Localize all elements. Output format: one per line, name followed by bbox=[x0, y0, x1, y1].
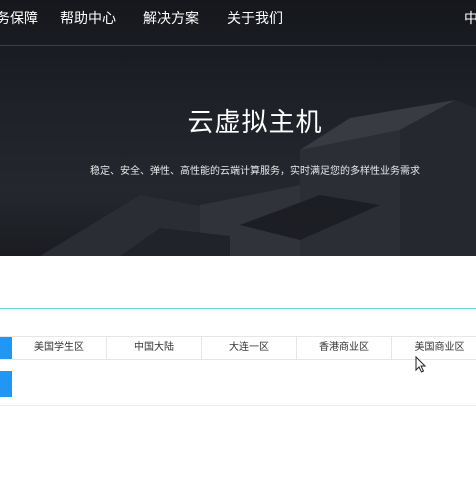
section-divider bbox=[0, 308, 476, 309]
region-tab-mainland-china[interactable]: 中国大陆 bbox=[107, 337, 202, 359]
nav-item-solutions[interactable]: 解决方案 bbox=[143, 9, 199, 29]
option-button[interactable] bbox=[0, 371, 12, 397]
top-nav: 务保障 帮助中心 解决方案 关于我们 中 bbox=[0, 0, 476, 46]
region-tab-us-business[interactable]: 美国商业区 bbox=[392, 337, 476, 359]
region-tab-dalian-1[interactable]: 大连一区 bbox=[202, 337, 297, 359]
content-divider bbox=[0, 405, 476, 406]
nav-item-service[interactable]: 务保障 bbox=[0, 9, 38, 29]
region-tab-hongkong-business[interactable]: 香港商业区 bbox=[297, 337, 392, 359]
nav-item-language[interactable]: 中 bbox=[464, 9, 476, 29]
nav-item-help[interactable]: 帮助中心 bbox=[60, 9, 116, 29]
region-tab-us-student[interactable]: 美国学生区 bbox=[12, 337, 107, 359]
nav-item-about[interactable]: 关于我们 bbox=[227, 9, 283, 29]
mouse-cursor-icon bbox=[415, 356, 427, 373]
page-title: 云虚拟主机 bbox=[187, 108, 323, 138]
region-tab-bar: 美国学生区 中国大陆 大连一区 香港商业区 美国商业区 bbox=[0, 336, 476, 360]
hero-subtitle: 稳定、安全、弹性、高性能的云端计算服务，实时满足您的多样性业务需求 bbox=[90, 166, 420, 177]
hero-banner: 务保障 帮助中心 解决方案 关于我们 中 云虚拟主机 稳定、安全、弹性、高性能的… bbox=[0, 0, 476, 256]
